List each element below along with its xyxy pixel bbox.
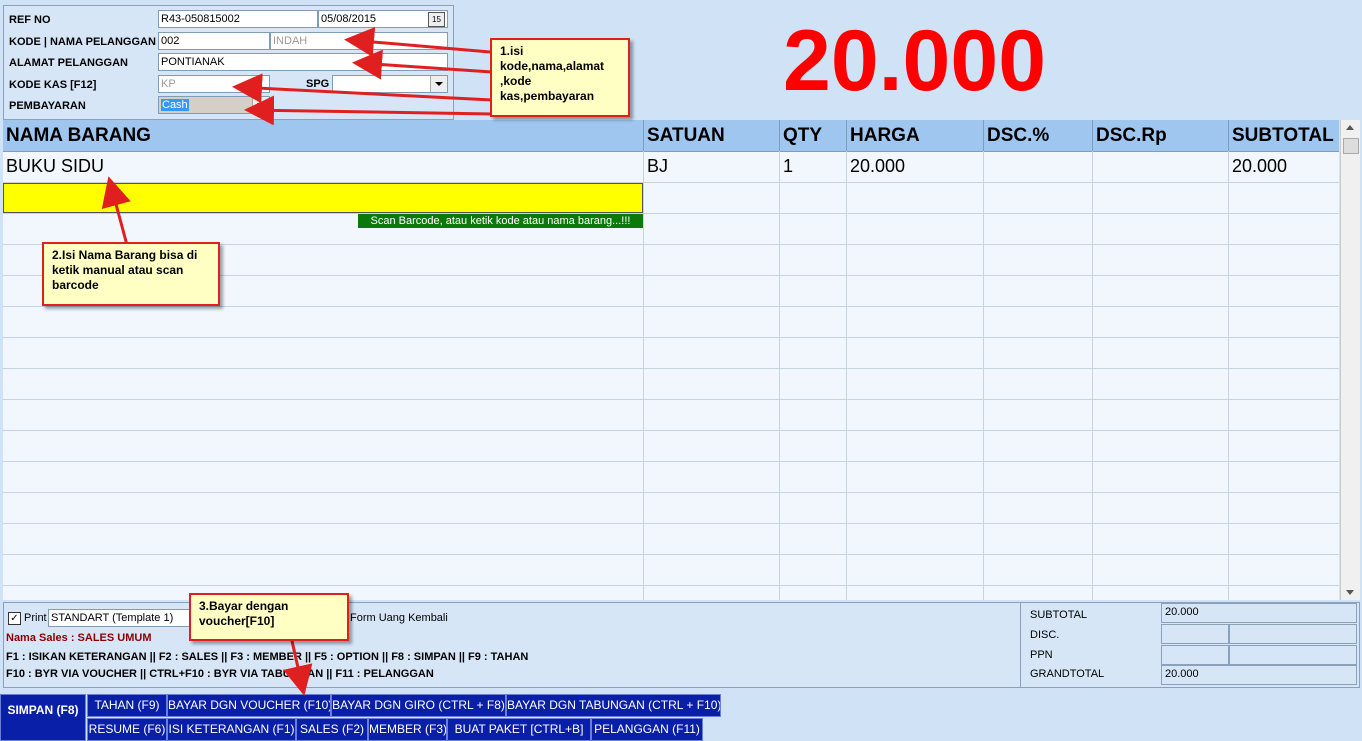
arrow-to-cash-code — [232, 73, 493, 104]
callout-step-2: 2.Isi Nama Barang bisa di ketik manual a… — [42, 242, 220, 306]
callout-step-3: 3.Bayar dengan voucher[F10] — [189, 593, 349, 641]
arrow-to-item-input — [101, 176, 131, 246]
arrow-to-address — [352, 49, 493, 80]
callout-step-1: 1.isi kode,nama,alamat ,kode kas,pembaya… — [490, 38, 630, 117]
arrow-to-payment — [244, 95, 493, 126]
arrow-to-customer — [344, 27, 491, 57]
